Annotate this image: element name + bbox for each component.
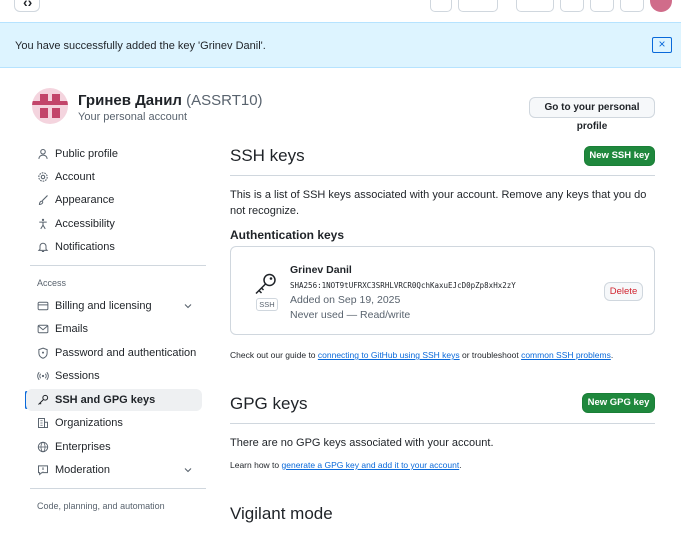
ssh-guide-link[interactable]: connecting to GitHub using SSH keys — [318, 350, 460, 360]
gpg-keys-title: GPG keys — [230, 394, 308, 413]
person-icon — [37, 148, 49, 160]
sidebar-item-label: Billing and licensing — [55, 300, 152, 312]
header-button[interactable] — [430, 0, 452, 12]
mail-icon — [37, 323, 49, 335]
sidebar-item-organizations[interactable]: Organizations — [26, 412, 202, 434]
sidebar-item-label: Emails — [55, 323, 89, 335]
key-icon — [37, 394, 49, 406]
gpg-learn-prefix: Learn how to — [230, 460, 282, 470]
shield-lock-icon — [37, 347, 49, 359]
ssh-keys-title: SSH keys — [230, 146, 305, 165]
ssh-key-title: Grinev Danil — [290, 264, 352, 276]
report-icon — [37, 464, 49, 476]
sidebar-section-access: Access — [37, 278, 67, 288]
account-name: Гринев Данил (ASSRT10) — [78, 92, 263, 109]
sidebar-item-label: Password and authentication — [55, 347, 197, 359]
flash-message: You have successfully added the key 'Gri… — [15, 40, 266, 52]
back-arrow-icon: ‹› — [23, 0, 33, 10]
gpg-learn-link[interactable]: generate a GPG key and add it to your ac… — [282, 460, 460, 470]
go-to-profile-button[interactable]: Go to your personal profile — [529, 97, 655, 132]
sidebar-item-billing[interactable]: Billing and licensing — [26, 295, 202, 317]
header-button[interactable] — [560, 0, 584, 12]
sidebar-item-notifications[interactable]: Notifications — [26, 236, 202, 258]
ssh-key-list: SSH Grinev Danil SHA256:1NOT9tUFRXC3SRHL… — [230, 246, 655, 335]
credit-card-icon — [37, 300, 49, 312]
ssh-guide-note: Check out our guide to connecting to Git… — [230, 350, 613, 360]
account-subtitle: Your personal account — [78, 111, 188, 123]
sidebar-item-label: Account — [55, 171, 95, 183]
header-button[interactable] — [620, 0, 644, 12]
sidebar-item-label: Moderation — [55, 464, 111, 476]
section-divider — [230, 423, 655, 424]
globe-icon — [37, 441, 49, 453]
flash-banner: You have successfully added the key 'Gri… — [0, 22, 681, 68]
broadcast-icon — [37, 370, 49, 382]
sidebar-item-label: Public profile — [55, 148, 118, 160]
new-ssh-key-button[interactable]: New SSH key — [584, 146, 655, 166]
close-icon[interactable]: × — [652, 37, 672, 53]
account-display-name: Гринев Данил — [78, 92, 182, 109]
account-login: (ASSRT10) — [186, 92, 263, 109]
sidebar-item-public-profile[interactable]: Public profile — [26, 143, 202, 165]
sidebar-item-moderation[interactable]: Moderation — [26, 459, 202, 481]
ssh-key-fingerprint: SHA256:1NOT9tUFRXC3SRHLVRCR0QchKaxuEJcD0… — [290, 281, 516, 290]
ssh-description: This is a list of SSH keys associated wi… — [230, 189, 647, 217]
sidebar-item-label: Organizations — [55, 417, 123, 429]
sidebar-item-emails[interactable]: Emails — [26, 318, 202, 340]
sidebar-item-accessibility[interactable]: Accessibility — [26, 213, 202, 235]
gpg-learn-note: Learn how to generate a GPG key and add … — [230, 460, 462, 470]
header-button[interactable] — [458, 0, 498, 12]
vigilant-mode-title: Vigilant mode — [230, 504, 333, 523]
header-button[interactable] — [590, 0, 614, 12]
avatar — [32, 88, 68, 124]
key-icon — [253, 271, 279, 297]
ssh-guide-suffix: . — [610, 350, 614, 360]
ssh-key-added-date: Added on Sep 19, 2025 — [290, 294, 401, 306]
ssh-guide-prefix: Check out our guide to — [230, 350, 318, 360]
new-gpg-key-button[interactable]: New GPG key — [582, 393, 655, 413]
global-header: ‹› — [0, 0, 681, 22]
authentication-keys-heading: Authentication keys — [230, 228, 345, 242]
user-avatar-menu[interactable] — [650, 0, 672, 12]
delete-key-button[interactable]: Delete — [604, 282, 643, 301]
back-nav-button[interactable]: ‹› — [14, 0, 40, 12]
paintbrush-icon — [37, 194, 49, 206]
sidebar-item-label: SSH and GPG keys — [55, 394, 156, 406]
ssh-troubleshoot-link[interactable]: common SSH problems — [521, 350, 611, 360]
sidebar-item-label: Appearance — [55, 194, 115, 206]
section-divider — [230, 175, 655, 176]
sidebar-item-label: Sessions — [55, 370, 100, 382]
sidebar-item-enterprises[interactable]: Enterprises — [26, 436, 202, 458]
sidebar-item-sessions[interactable]: Sessions — [26, 365, 202, 387]
sidebar-item-appearance[interactable]: Appearance — [26, 189, 202, 211]
gear-icon — [37, 171, 49, 183]
ssh-badge: SSH — [256, 298, 278, 311]
sidebar-item-label: Accessibility — [55, 218, 115, 230]
sidebar-item-ssh-gpg-keys[interactable]: SSH and GPG keys — [26, 389, 202, 411]
chevron-down-icon — [182, 300, 194, 312]
gpg-learn-suffix: . — [459, 460, 462, 470]
sidebar-section-code: Code, planning, and automation — [37, 501, 165, 511]
gpg-empty-message: There are no GPG keys associated with yo… — [230, 437, 494, 449]
organization-icon — [37, 417, 49, 429]
sidebar-item-password[interactable]: Password and authentication — [26, 342, 202, 364]
ssh-guide-middle: or troubleshoot — [459, 350, 522, 360]
chevron-down-icon — [182, 464, 194, 476]
sidebar-divider — [30, 488, 206, 489]
accessibility-icon — [37, 218, 49, 230]
header-button[interactable] — [516, 0, 554, 12]
sidebar-item-account[interactable]: Account — [26, 166, 202, 188]
sidebar-item-label: Enterprises — [55, 441, 111, 453]
bell-icon — [37, 241, 49, 253]
sidebar-item-label: Notifications — [55, 241, 115, 253]
sidebar-divider — [30, 265, 206, 266]
ssh-key-usage: Never used — Read/write — [290, 309, 411, 321]
